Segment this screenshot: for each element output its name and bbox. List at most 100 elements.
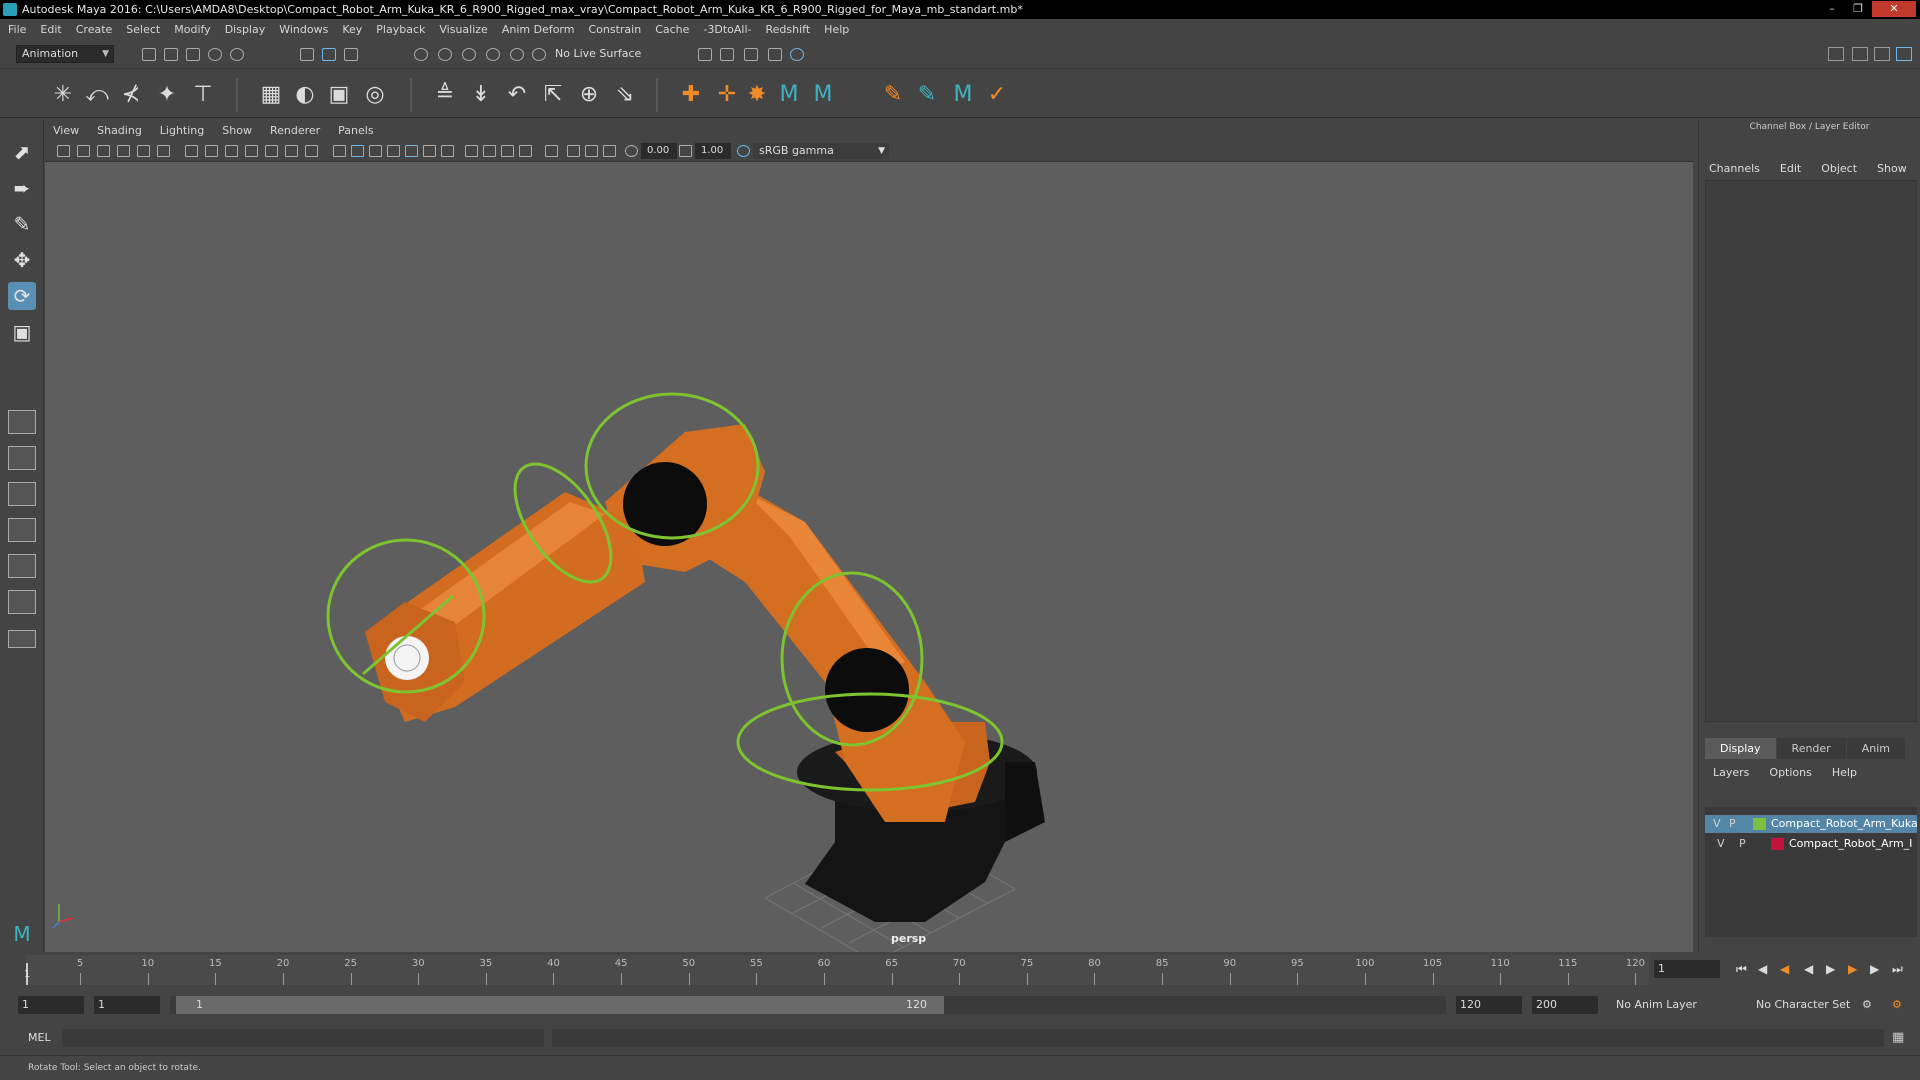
menu-visualize[interactable]: Visualize xyxy=(439,23,487,36)
select-tool-icon[interactable]: ⬈ xyxy=(8,138,36,166)
grease-pencil-icon[interactable] xyxy=(157,145,170,157)
snap-point-icon[interactable] xyxy=(462,48,476,61)
go-to-end-icon[interactable]: ⏭ xyxy=(1892,962,1903,977)
live-surface-field[interactable]: No Live Surface xyxy=(552,46,658,62)
insert-joint-icon[interactable]: ✦ xyxy=(154,82,180,108)
menu-display[interactable]: Display xyxy=(225,23,266,36)
layer-menu-help[interactable]: Help xyxy=(1832,766,1857,779)
gate-mask-icon[interactable] xyxy=(245,145,258,157)
rotate-tool-icon[interactable]: ⟳ xyxy=(8,282,36,310)
screen-space-ao-icon[interactable] xyxy=(465,145,478,157)
play-forward-icon[interactable]: ▶ xyxy=(1826,962,1835,976)
viewport-panel[interactable]: View Shading Lighting Show Renderer Pane… xyxy=(45,120,1693,952)
layer-menu-layers[interactable]: Layers xyxy=(1713,766,1749,779)
camera-attributes-icon[interactable] xyxy=(77,145,90,157)
image-plane-icon[interactable] xyxy=(117,145,130,157)
new-scene-icon[interactable] xyxy=(142,48,156,61)
four-view-layout-icon[interactable] xyxy=(8,446,36,470)
key-selected-icon[interactable]: ✸ xyxy=(744,82,770,108)
menu-anim-deform[interactable]: Anim Deform xyxy=(502,23,575,36)
menu-file[interactable]: File xyxy=(8,23,26,36)
channel-box-menu-channels[interactable]: Channels xyxy=(1709,162,1760,175)
ik-spline-icon[interactable]: ⊀ xyxy=(118,82,144,108)
pole-vector-icon[interactable]: ⇘ xyxy=(612,82,638,108)
two-d-pan-icon[interactable] xyxy=(137,145,150,157)
gamma-icon[interactable] xyxy=(679,145,692,157)
point-constraint-icon[interactable]: ≜ xyxy=(432,82,458,108)
move-tool-icon[interactable]: ✥ xyxy=(8,246,36,274)
more-layouts-icon[interactable] xyxy=(8,630,36,648)
smooth-bind-icon[interactable]: ◐ xyxy=(292,82,318,108)
xray-icon[interactable] xyxy=(567,145,580,157)
hypershade-layout-icon[interactable] xyxy=(8,554,36,578)
character-set-dropdown[interactable]: No Character Set xyxy=(1756,996,1866,1014)
tab-display[interactable]: Display xyxy=(1705,738,1776,759)
parent-constraint-icon[interactable]: ⊕ xyxy=(576,82,602,108)
lattice-icon[interactable]: ▣ xyxy=(326,82,352,108)
maya-tool-icon-2[interactable]: M xyxy=(810,82,836,108)
snap-view-plane-icon[interactable] xyxy=(486,48,500,61)
scale-tool-icon[interactable]: ▣ xyxy=(8,318,36,346)
scene-canvas[interactable] xyxy=(45,162,1693,952)
safe-title-icon[interactable] xyxy=(305,145,318,157)
tool-settings-icon[interactable] xyxy=(1874,47,1890,61)
render-settings-icon[interactable] xyxy=(698,48,712,61)
open-scene-icon[interactable] xyxy=(164,48,178,61)
step-forward-frame-icon[interactable]: ▶ xyxy=(1848,962,1857,976)
depth-of-field-icon[interactable] xyxy=(519,145,532,157)
paint-attributes-icon[interactable]: ✎ xyxy=(914,82,940,108)
lasso-tool-icon[interactable]: ➨ xyxy=(8,174,36,202)
menu-create[interactable]: Create xyxy=(76,23,113,36)
maya-tool-icon-1[interactable]: M xyxy=(776,82,802,108)
exposure-field[interactable]: 0.00 xyxy=(641,143,677,159)
film-gate-icon[interactable] xyxy=(205,145,218,157)
time-slider-track[interactable]: 1 5 10 15 20 25 30 35 40 45 50 55 60 65 70 75 80 85 90 95 1… xyxy=(24,955,1649,985)
select-hierarchy-icon[interactable] xyxy=(300,48,314,61)
layer-color-swatch[interactable] xyxy=(1771,838,1784,850)
go-to-start-icon[interactable]: ⏮ xyxy=(1736,962,1747,977)
tab-anim[interactable]: Anim xyxy=(1846,738,1905,759)
xray-active-icon[interactable] xyxy=(585,145,598,157)
snap-live-icon[interactable] xyxy=(510,48,524,61)
bind-skin-icon[interactable]: ▦ xyxy=(258,82,284,108)
maximize-icon[interactable]: ❐ xyxy=(1846,1,1870,17)
menu-key[interactable]: Key xyxy=(342,23,362,36)
color-management-icon[interactable] xyxy=(737,145,750,157)
shadows-icon[interactable] xyxy=(441,145,454,157)
motion-blur-icon[interactable] xyxy=(483,145,496,157)
layer-playback-toggle[interactable]: P xyxy=(1729,815,1736,833)
xray-joints-icon[interactable] xyxy=(603,145,616,157)
persp-graph-layout-icon[interactable] xyxy=(8,518,36,542)
view-transform-dropdown[interactable]: sRGB gamma ▼ xyxy=(753,143,889,159)
minimize-icon[interactable]: – xyxy=(1820,1,1844,17)
joint-tool-icon[interactable]: ✳ xyxy=(50,82,76,108)
render-view-icon[interactable] xyxy=(768,48,782,61)
menu-modify[interactable]: Modify xyxy=(174,23,210,36)
panel-menu-view[interactable]: View xyxy=(53,124,79,137)
menu-help[interactable]: Help xyxy=(824,23,849,36)
save-scene-icon[interactable] xyxy=(186,48,200,61)
layer-row[interactable]: V P Compact_Robot_Arm_Kuka xyxy=(1705,815,1918,833)
bookmark-icon[interactable] xyxy=(97,145,110,157)
script-editor-icon[interactable]: ▦ xyxy=(1892,1030,1904,1045)
layer-row[interactable]: V P Compact_Robot_Arm_I xyxy=(1705,835,1917,853)
menu-windows[interactable]: Windows xyxy=(279,23,328,36)
tab-render[interactable]: Render xyxy=(1776,738,1846,759)
paint-weights-icon[interactable]: ✎ xyxy=(880,82,906,108)
single-perspective-layout-icon[interactable] xyxy=(8,410,36,434)
panel-menu-show[interactable]: Show xyxy=(222,124,252,137)
hypershade-icon[interactable] xyxy=(790,48,804,61)
select-object-icon[interactable] xyxy=(322,48,336,61)
close-icon[interactable]: ✕ xyxy=(1872,1,1916,17)
playback-end-field[interactable]: 120 xyxy=(1456,996,1522,1014)
command-input[interactable] xyxy=(62,1029,544,1047)
layer-menu-options[interactable]: Options xyxy=(1769,766,1811,779)
orient-constraint-icon[interactable]: ↶ xyxy=(504,82,530,108)
channel-box-toggle-icon[interactable] xyxy=(1896,47,1912,61)
ik-handle-icon[interactable]: ⤺ xyxy=(84,82,110,108)
menu-constrain[interactable]: Constrain xyxy=(588,23,641,36)
scale-constraint-icon[interactable]: ⇱ xyxy=(540,82,566,108)
render-current-icon[interactable] xyxy=(720,48,734,61)
step-forward-key-icon[interactable]: ▶ xyxy=(1870,962,1879,976)
menu-playback[interactable]: Playback xyxy=(376,23,425,36)
